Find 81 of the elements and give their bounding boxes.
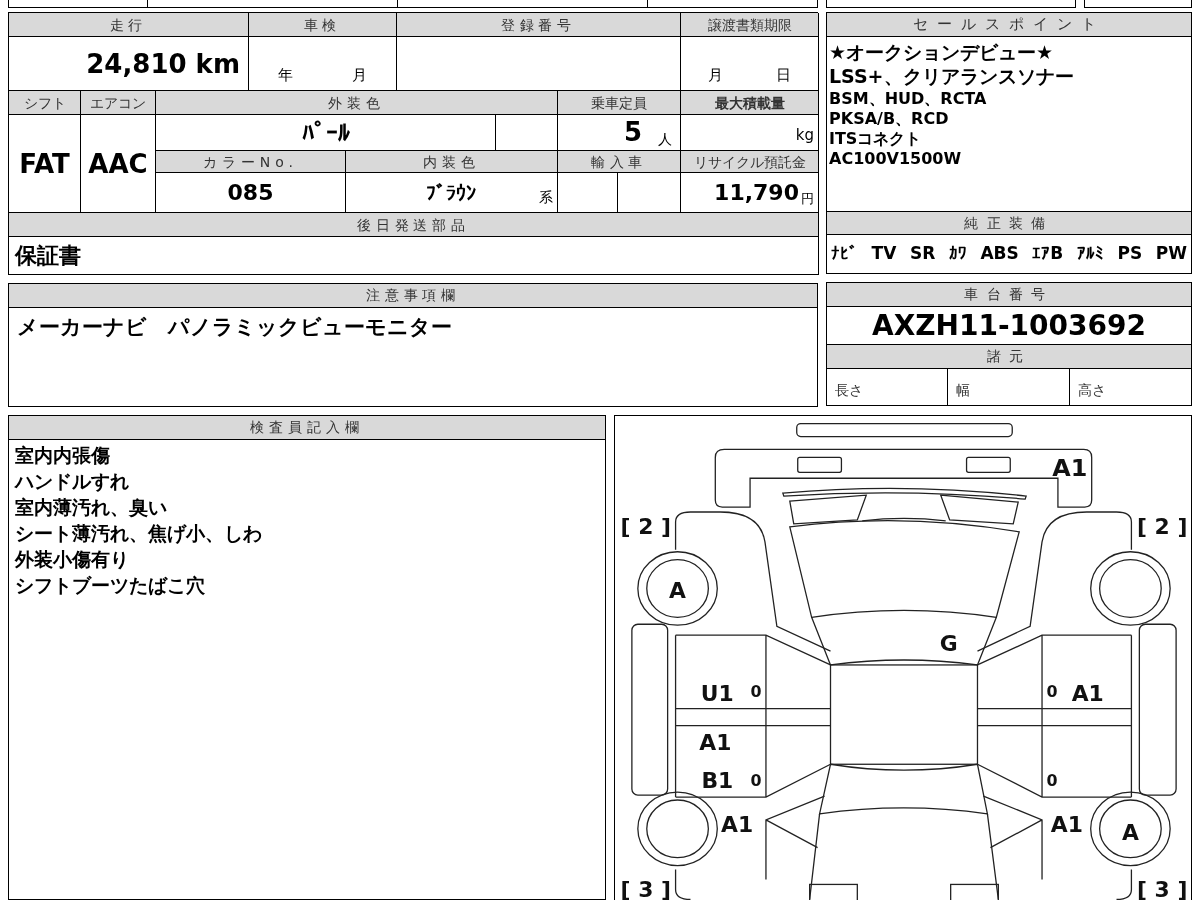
- damage-mark: A: [669, 578, 686, 604]
- damage-mark: A1: [699, 730, 732, 756]
- damage-mark: A1: [1052, 454, 1088, 483]
- notes-text: メーカーナビ パノラミックビューモニター: [16, 314, 453, 341]
- column-header: シフト: [9, 91, 81, 115]
- spec-label: 高さ: [1077, 381, 1106, 400]
- shift-value: FAT: [19, 150, 70, 177]
- damage-mark: [ 2 ]: [620, 513, 671, 539]
- equipment-item: SR: [909, 242, 936, 266]
- month-label: 月: [707, 64, 723, 86]
- sales-point-line: ITSコネクト: [829, 128, 923, 149]
- equipment-item: PW: [1155, 242, 1187, 266]
- unit-label: 円: [801, 189, 814, 208]
- sales-point-line: BSM、HUD、RCTA: [829, 88, 988, 109]
- equipment-item: ﾅﾋﾞ: [831, 242, 858, 266]
- column-header: 譲渡書類期限: [681, 13, 819, 37]
- section-header: 諸元: [827, 345, 1191, 369]
- spec-label: 幅: [956, 381, 971, 400]
- section-header: 検査員記入欄: [9, 416, 605, 440]
- aircon-value: AAC: [88, 150, 148, 177]
- damage-mark: [ 3 ]: [620, 877, 671, 900]
- damage-mark: 0: [750, 771, 762, 791]
- damage-mark: A: [1121, 819, 1139, 845]
- column-header: 外装色: [156, 91, 558, 115]
- column-header: 輸入車: [558, 151, 681, 173]
- damage-mark: A1: [1050, 811, 1083, 837]
- damage-mark: 0: [1046, 771, 1058, 791]
- column-header: 後日発送部品: [9, 213, 819, 237]
- unit-label: kg: [795, 124, 814, 146]
- recycling-fee-value: 11,790: [714, 179, 799, 207]
- later-parts-value: 保証書: [15, 242, 81, 270]
- column-header: カラーNo.: [156, 151, 346, 173]
- sales-point-line: LSS+、クリアランスソナー: [829, 64, 1075, 89]
- damage-mark: [ 3 ]: [1137, 877, 1188, 900]
- suffix-label: 系: [539, 188, 553, 207]
- month-label: 月: [351, 64, 367, 86]
- equipment-item: ｴｱB: [1032, 242, 1064, 266]
- section-header: 注意事項欄: [9, 284, 817, 308]
- damage-mark: B1: [701, 768, 734, 794]
- year-label: 年: [278, 64, 294, 86]
- equipment-item: ｶﾜ: [948, 242, 967, 266]
- damage-mark: A1: [721, 811, 754, 837]
- inspector-note-line: シフトブーツたばこ穴: [15, 573, 206, 598]
- column-header: 登録番号: [397, 13, 681, 37]
- sales-point-line: ★オークションデビュー★: [829, 41, 1055, 65]
- damage-mark: G: [939, 631, 958, 657]
- damage-mark: 0: [750, 681, 762, 701]
- inspector-note-line: 室内内張傷: [15, 443, 111, 468]
- column-header: 内装色: [346, 151, 558, 173]
- equipment-item: ABS: [980, 242, 1019, 266]
- unit-label: 人: [658, 130, 672, 149]
- column-header: 乗車定員: [558, 91, 681, 115]
- inspector-note-line: シート薄汚れ、焦げ小、しわ: [15, 521, 263, 546]
- column-header: 走行: [9, 13, 249, 37]
- interior-color-value: ﾌﾞﾗｳﾝ: [426, 179, 476, 207]
- damage-mark: 0: [1046, 681, 1058, 701]
- section-header: 純正装備: [827, 211, 1191, 235]
- column-header: 最大積載量: [681, 91, 819, 115]
- sales-point-line: AC100V1500W: [829, 148, 963, 169]
- day-label: 日: [776, 64, 792, 86]
- damage-mark: A1: [1071, 680, 1104, 706]
- inspector-note-line: ハンドルすれ: [15, 469, 130, 494]
- column-header: 車検: [249, 13, 397, 37]
- capacity-value: 5: [623, 116, 642, 149]
- inspector-note-line: 外装小傷有り: [15, 547, 130, 572]
- inspector-note-line: 室内薄汚れ、臭い: [15, 495, 168, 520]
- exterior-color-value: ﾊﾟｰﾙ: [301, 117, 350, 149]
- mileage-value: 24,810 km: [86, 50, 240, 77]
- equipment-item: ｱﾙﾐ: [1076, 242, 1104, 266]
- color-number-value: 085: [227, 179, 274, 207]
- sales-point-line: PKSA/B、RCD: [829, 108, 950, 129]
- damage-mark: [ 2 ]: [1137, 513, 1188, 539]
- spec-label: 長さ: [835, 381, 863, 400]
- section-header: セールスポイント: [827, 13, 1191, 37]
- equipment-item: PS: [1117, 242, 1143, 266]
- damage-mark: U1: [700, 680, 734, 706]
- section-header: 車台番号: [827, 283, 1191, 307]
- chassis-number: AXZH11-1003692: [872, 311, 1146, 340]
- equipment-item: TV: [871, 242, 897, 266]
- column-header: リサイクル預託金: [681, 151, 819, 173]
- column-header: エアコン: [81, 91, 156, 115]
